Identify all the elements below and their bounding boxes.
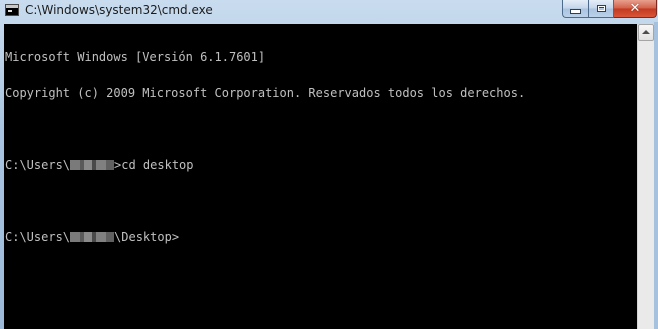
minimize-button[interactable] — [562, 0, 588, 18]
prompt-path-prefix: C:\Users\ — [5, 158, 71, 172]
maximize-button[interactable] — [588, 0, 614, 18]
console-line-blank-2 — [5, 195, 525, 207]
console-line-version: Microsoft Windows [Versión 6.1.7601] — [5, 50, 266, 64]
cmd-window: C:\Windows\system32\cmd.exe ✕ Microsoft … — [0, 0, 658, 329]
redacted-username-2 — [70, 232, 115, 242]
close-button[interactable]: ✕ — [614, 0, 657, 18]
maximize-icon — [596, 5, 606, 12]
console-text: Microsoft Windows [Versión 6.1.7601] Cop… — [5, 27, 525, 267]
prompt-path-prefix-2: C:\Users\ — [5, 230, 71, 244]
cmd-icon[interactable] — [5, 4, 19, 16]
console-output[interactable]: Microsoft Windows [Versión 6.1.7601] Cop… — [4, 24, 637, 329]
window-frame-right — [654, 22, 658, 329]
title-bar[interactable]: C:\Windows\system32\cmd.exe ✕ — [0, 0, 658, 22]
vertical-scrollbar[interactable] — [637, 24, 654, 329]
console-line-command: C:\Users\ >cd desktop — [5, 159, 525, 171]
close-icon: ✕ — [629, 1, 641, 16]
console-line-prompt: C:\Users\ \Desktop> — [5, 231, 525, 243]
minimize-icon — [570, 9, 581, 14]
redacted-username — [70, 160, 115, 170]
console-line-copyright: Copyright (c) 2009 Microsoft Corporation… — [5, 86, 526, 100]
window-title: C:\Windows\system32\cmd.exe — [25, 3, 213, 17]
command-text: >cd desktop — [114, 158, 194, 172]
prompt-path-suffix: \Desktop> — [114, 230, 180, 244]
scroll-up-arrow-icon[interactable] — [638, 24, 654, 41]
window-controls: ✕ — [562, 0, 657, 18]
